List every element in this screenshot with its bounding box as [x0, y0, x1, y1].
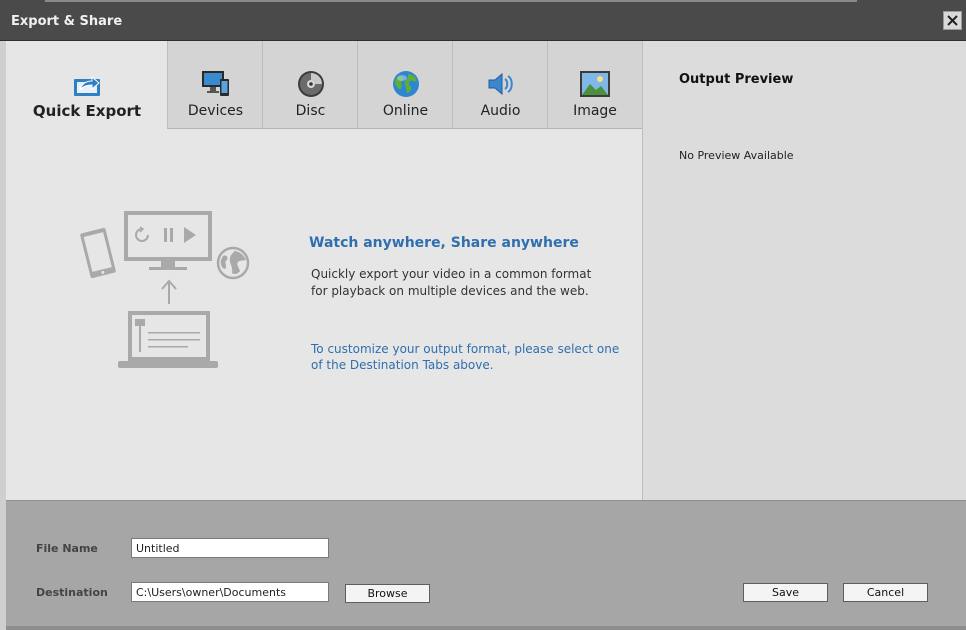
tab-quick-export[interactable]: Quick Export [6, 41, 168, 129]
tab-image[interactable]: Image [547, 41, 642, 129]
destination-input[interactable] [131, 582, 329, 602]
close-button[interactable] [943, 11, 962, 30]
quick-export-icon [74, 75, 100, 96]
destination-tabs: Quick Export Devices Disc Online Audio I… [6, 41, 642, 129]
window-title: Export & Share [11, 14, 123, 29]
window-bottom-edge [6, 626, 966, 630]
monitor-icon [124, 211, 212, 270]
devices-icon [201, 71, 229, 96]
browse-button[interactable]: Browse [345, 584, 430, 603]
export-share-dialog: Export & Share Quick Export Devices Disc… [0, 0, 966, 630]
file-name-input[interactable] [131, 538, 329, 558]
tab-label: Devices [187, 103, 244, 119]
speaker-icon [488, 72, 513, 96]
export-devices-illustration [80, 211, 250, 368]
main-panel: Quick Export Devices Disc Online Audio I… [6, 41, 642, 500]
save-button[interactable]: Save [743, 583, 828, 602]
tab-label: Disc [295, 103, 326, 119]
export-settings-panel: File Name Destination Browse Save Cancel [6, 500, 966, 630]
cancel-button[interactable]: Cancel [843, 583, 928, 602]
destination-label: Destination [36, 586, 108, 599]
tab-label: Image [573, 103, 617, 119]
disc-icon [297, 71, 324, 97]
no-preview-text: No Preview Available [679, 149, 794, 162]
title-bar-highlight [45, 0, 857, 2]
laptop-icon [118, 311, 218, 368]
tab-label: Audio [480, 103, 521, 119]
close-icon [947, 15, 958, 26]
image-icon [580, 71, 610, 97]
main-description: Quickly export your video in a common fo… [311, 267, 592, 298]
file-name-label: File Name [36, 542, 98, 555]
title-bar[interactable]: Export & Share [0, 0, 966, 41]
tab-disc[interactable]: Disc [262, 41, 358, 129]
destination-hint: To customize your output format, please … [311, 342, 620, 372]
tab-label: Online [382, 103, 429, 119]
tab-online[interactable]: Online [357, 41, 453, 129]
tab-devices[interactable]: Devices [167, 41, 263, 129]
globe-outline-icon [216, 246, 250, 280]
upload-arrow-icon [161, 279, 177, 304]
output-preview-title: Output Preview [679, 72, 794, 87]
tab-label: Quick Export [32, 102, 142, 120]
main-heading: Watch anywhere, Share anywhere [309, 235, 579, 251]
phone-icon [80, 227, 116, 279]
tab-audio[interactable]: Audio [452, 41, 548, 129]
output-preview-panel: Output Preview No Preview Available [642, 41, 966, 500]
globe-icon [392, 71, 419, 97]
